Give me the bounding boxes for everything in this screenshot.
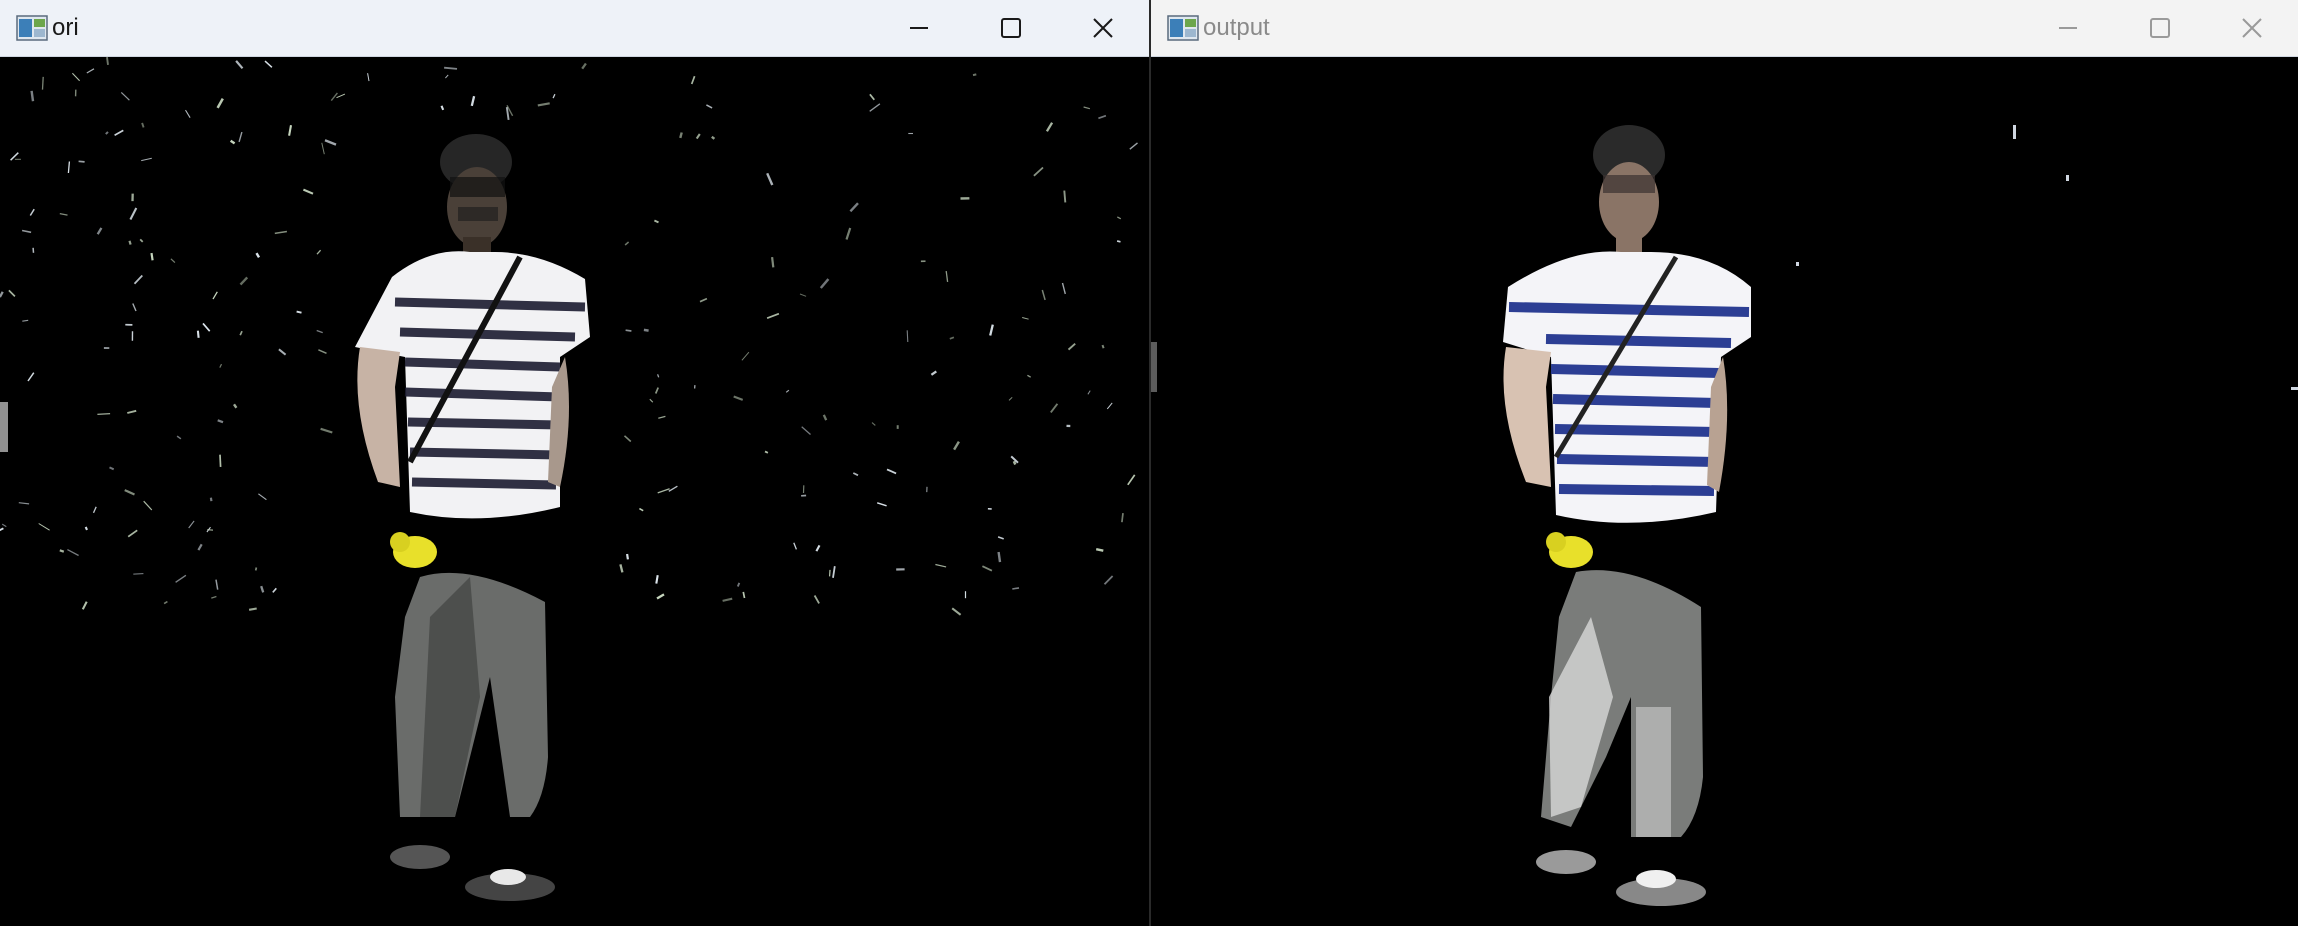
noise-speck [679,132,683,139]
noise-speck [209,497,213,502]
noise-speck [626,553,629,560]
noise-speck [78,160,85,163]
noise-speck [133,573,144,575]
noise-speck [997,551,1002,563]
noise-speck [1121,512,1124,523]
noise-speck [254,567,258,571]
window-title: ori [52,14,79,41]
app-icon [1167,15,1199,41]
image-canvas[interactable] [1151,57,2298,926]
noise-speck [219,454,222,467]
window-ori[interactable]: ori [0,0,1149,926]
noise-speck [643,328,649,332]
noise-speck [655,575,659,584]
noise-speck [771,256,775,268]
noise-speck [972,73,977,77]
noise-speck [444,66,458,70]
noise-speck [764,450,769,454]
window-output[interactable]: output [1149,0,2298,926]
segmented-image [0,57,1149,926]
caption-buttons [873,0,1149,57]
noise-speck [1012,460,1017,465]
close-button[interactable] [2206,0,2298,57]
minimize-button[interactable] [2022,0,2114,57]
noise-speck [1063,190,1067,203]
noise-speck [150,252,154,261]
maximize-button[interactable] [2114,0,2206,57]
noise-speck [41,76,44,90]
noise-speck [625,329,632,332]
close-icon [2242,18,2262,38]
minimize-icon [2059,27,2077,29]
caption-buttons [2022,0,2298,57]
title-bar[interactable]: ori [0,0,1149,57]
segmented-image [1151,57,2298,926]
noise-speck [711,135,716,140]
noise-speck [1101,344,1105,349]
app-icon [16,15,48,41]
noise-speck [296,310,302,314]
image-canvas[interactable] [0,57,1149,926]
noise-speck [128,240,132,245]
minimize-icon [910,27,928,29]
noise-speck [30,90,35,102]
noise-speck [1095,548,1104,552]
noise-speck [97,413,111,415]
noise-speck [1116,240,1121,243]
desktop: ori output [0,0,2298,926]
title-bar[interactable]: output [1151,0,2298,57]
noise-speck [106,57,109,66]
noise-speck [84,526,88,531]
noise-speck [59,549,65,553]
noise-speck [742,591,746,599]
noise-speck [1012,587,1020,590]
window-title: output [1203,14,1270,41]
maximize-icon [1001,18,1021,38]
noise-speck [906,330,909,343]
noise-speck [248,607,257,611]
maximize-button[interactable] [965,0,1057,57]
maximize-icon [2150,18,2170,38]
minimize-button[interactable] [873,0,965,57]
close-button[interactable] [1057,0,1149,57]
noise-speck [196,330,200,338]
close-icon [1093,18,1113,38]
